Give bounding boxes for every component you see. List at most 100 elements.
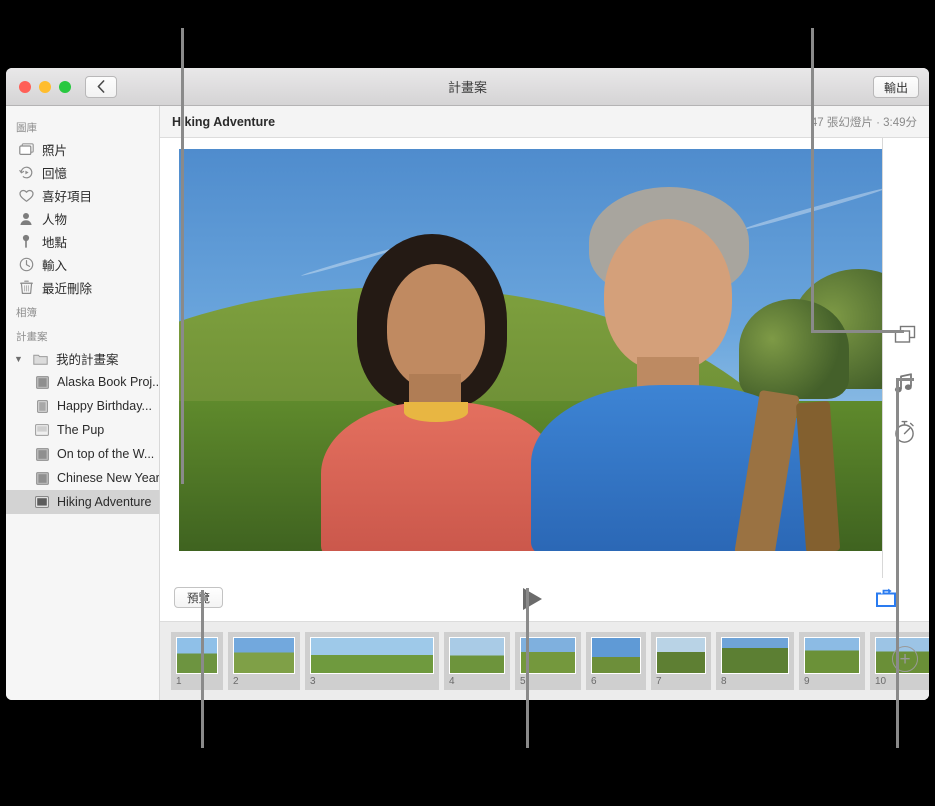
pin-icon (18, 234, 34, 250)
person-icon (18, 211, 34, 227)
transport-bar: 預覽 (160, 578, 929, 622)
trash-icon (18, 280, 34, 296)
back-button[interactable] (85, 75, 117, 98)
list-item[interactable]: 5 (515, 632, 581, 690)
slideshow-tool-rail (882, 138, 929, 578)
photos-icon (18, 142, 34, 158)
thumbnail-image (804, 637, 860, 674)
thumbnail-number: 6 (591, 676, 597, 687)
screenshot-stage: 計畫案 輸出 圖庫 照片 回憶 喜好項目 人物 地點 輸入 最近刪除 相簿 計畫… (0, 0, 935, 806)
book-icon (34, 446, 50, 462)
sidebar-item-my-projects-label: 我的計畫案 (56, 353, 119, 367)
list-item[interactable]: 3 (305, 632, 439, 690)
callout-line-music-horizontal (896, 378, 914, 381)
thumbnail-number: 1 (176, 676, 182, 687)
thumbnail-number: 4 (449, 676, 455, 687)
sidebar-item-on-top-of-the-world-label: On top of the W... (57, 447, 155, 461)
sidebar-item-favorites[interactable]: 喜好項目 (6, 184, 159, 207)
sidebar-item-places[interactable]: 地點 (6, 230, 159, 253)
slideshow-icon (34, 494, 50, 510)
photo-man-head (604, 219, 732, 371)
slideshow-icon (34, 422, 50, 438)
sidebar-item-imports[interactable]: 輸入 (6, 253, 159, 276)
thumbnail-image (721, 637, 789, 674)
card-icon (34, 398, 50, 414)
photos-app-window: 計畫案 輸出 圖庫 照片 回憶 喜好項目 人物 地點 輸入 最近刪除 相簿 計畫… (6, 68, 929, 700)
window-title: 計畫案 (447, 80, 487, 95)
callout-line-sidebar-project (181, 28, 184, 484)
sidebar-item-hiking-adventure[interactable]: Hiking Adventure (6, 490, 159, 514)
sidebar-item-alaska-book-project-label: Alaska Book Proj... (57, 375, 159, 389)
window-body: 圖庫 照片 回憶 喜好項目 人物 地點 輸入 最近刪除 相簿 計畫案 ▼ 我的計… (6, 106, 929, 700)
thumbnail-number: 10 (875, 676, 887, 687)
thumbnail-number: 7 (656, 676, 662, 687)
sidebar-item-the-pup[interactable]: The Pup (6, 418, 159, 442)
list-item[interactable]: 1 (171, 632, 223, 690)
list-item[interactable]: 6 (586, 632, 646, 690)
sidebar-item-recently-deleted[interactable]: 最近刪除 (6, 276, 159, 299)
slide-filmstrip[interactable]: 1 2 3 4 5 6 7 8 9 10 + (160, 622, 929, 700)
sidebar-item-my-projects[interactable]: ▼ 我的計畫案 (6, 347, 159, 370)
sidebar-item-chinese-new-year[interactable]: Chinese New Year (6, 466, 159, 490)
sidebar-group-projects-label: 計畫案 (16, 331, 48, 343)
share-icon[interactable] (875, 588, 897, 608)
thumbnail-number: 2 (233, 676, 239, 687)
heart-icon (18, 188, 34, 204)
sidebar-item-chinese-new-year-label: Chinese New Year (57, 471, 159, 485)
preview-button[interactable]: 預覽 (174, 587, 223, 608)
book-icon (34, 470, 50, 486)
thumbnail-image (591, 637, 641, 674)
thumbnail-image (449, 637, 505, 674)
callout-line-themes-vertical (811, 28, 814, 333)
close-button[interactable] (19, 80, 31, 93)
themes-icon[interactable] (893, 324, 919, 350)
folder-icon (32, 351, 48, 367)
zoom-button[interactable] (59, 80, 71, 93)
sidebar-item-photos[interactable]: 照片 (6, 138, 159, 161)
callout-line-music-vertical (896, 378, 899, 748)
window-controls (19, 80, 71, 93)
thumbnail-number: 3 (310, 676, 316, 687)
sidebar-item-on-top-of-the-world[interactable]: On top of the W... (6, 442, 159, 466)
sidebar-item-hiking-adventure-label: Hiking Adventure (57, 495, 152, 509)
sidebar-item-memories-label: 回憶 (42, 167, 68, 181)
photo-woman-shirt (321, 402, 559, 551)
list-item[interactable]: 4 (444, 632, 510, 690)
sidebar-item-photos-label: 照片 (42, 144, 68, 158)
disclosure-triangle-icon[interactable]: ▼ (14, 354, 24, 364)
sidebar: 圖庫 照片 回憶 喜好項目 人物 地點 輸入 最近刪除 相簿 計畫案 ▼ 我的計… (6, 106, 160, 700)
minimize-button[interactable] (39, 80, 51, 93)
thumbnail-image (656, 637, 706, 674)
sidebar-item-places-label: 地點 (42, 236, 68, 250)
callout-line-themes-horizontal (811, 330, 904, 333)
sidebar-group-albums-label: 相簿 (16, 307, 37, 319)
sidebar-item-happy-birthday[interactable]: Happy Birthday... (6, 394, 159, 418)
sidebar-item-happy-birthday-label: Happy Birthday... (57, 399, 152, 413)
thumbnail-number: 8 (721, 676, 727, 687)
sidebar-item-favorites-label: 喜好項目 (42, 190, 93, 204)
list-item[interactable]: 7 (651, 632, 711, 690)
photo-woman-collar (404, 402, 468, 422)
slide-photo[interactable] (179, 149, 890, 551)
list-item[interactable]: 8 (716, 632, 794, 690)
sidebar-item-memories[interactable]: 回憶 (6, 161, 159, 184)
photo-person-man (531, 187, 849, 551)
callout-line-preview-button (201, 590, 204, 748)
book-icon (34, 374, 50, 390)
sidebar-item-imports-label: 輸入 (42, 259, 68, 273)
sidebar-item-alaska-book-project[interactable]: Alaska Book Proj... (6, 370, 159, 394)
sidebar-group-library-label: 圖庫 (16, 122, 37, 134)
callout-line-play-button (526, 588, 529, 748)
sidebar-item-the-pup-label: The Pup (57, 423, 105, 437)
sidebar-item-people[interactable]: 人物 (6, 207, 159, 230)
export-button[interactable]: 輸出 (872, 76, 919, 98)
thumbnail-number: 9 (804, 676, 810, 687)
list-item[interactable]: 9 (799, 632, 865, 690)
chevron-left-icon (97, 80, 105, 93)
slide-count-info: 47 張幻燈片 · 3:49分 (810, 116, 917, 129)
memories-icon (18, 165, 34, 181)
list-item[interactable]: 2 (228, 632, 300, 690)
thumbnail-image (233, 637, 295, 674)
sidebar-item-people-label: 人物 (42, 213, 68, 227)
clock-icon (18, 257, 34, 273)
